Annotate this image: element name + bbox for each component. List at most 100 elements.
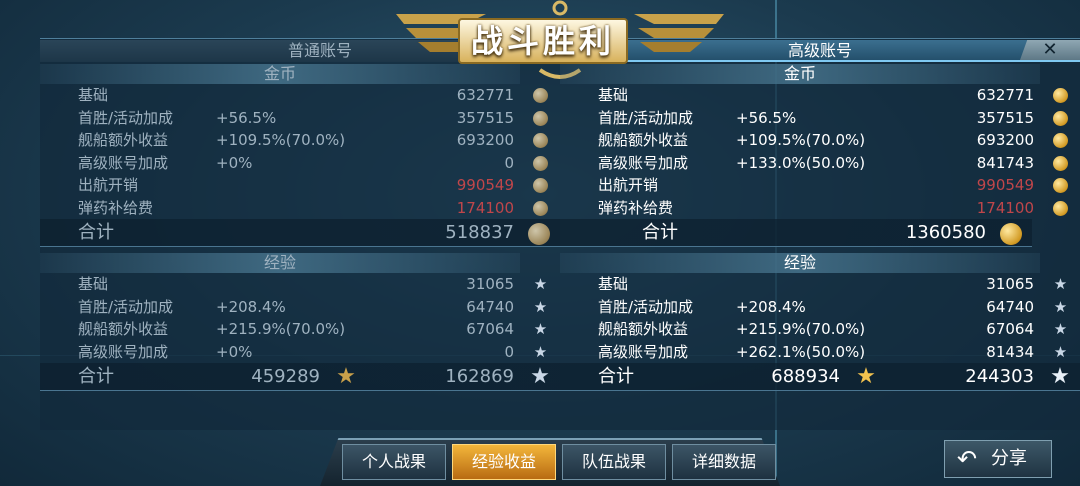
row-value: 0 xyxy=(504,342,514,361)
battle-victory-title: 战斗胜利 xyxy=(458,18,628,64)
tab-experience-income[interactable]: 经验收益 xyxy=(452,444,556,480)
star-icon: ★ xyxy=(1053,275,1068,293)
gold-total-row: 合计 1360580 xyxy=(560,219,1032,247)
ship-xp-total-value: 459289 xyxy=(251,366,320,387)
xp-row: 高级账号加成 +0% 0 ★ xyxy=(40,341,560,364)
xp-row: 舰船额外收益 +215.9%(70.0%) 67064 ★ xyxy=(560,318,1080,341)
coin-icon xyxy=(1053,178,1068,193)
row-value: 632771 xyxy=(976,86,1034,104)
xp-row: 舰船额外收益 +215.9%(70.0%) 67064 ★ xyxy=(40,318,560,341)
row-label: 弹药补给费 xyxy=(598,198,674,217)
row-label: 首胜/活动加成 xyxy=(598,297,694,316)
row-value: 990549 xyxy=(456,176,514,194)
xp-rows: 基础 31065 ★ 首胜/活动加成 +208.4% 64740 ★ 舰船额外收益 +215.9… xyxy=(40,273,560,363)
coin-icon xyxy=(533,88,548,103)
xp-row: 基础 31065 ★ xyxy=(560,273,1080,296)
gold-section-header: 金币 xyxy=(40,64,520,84)
row-label: 基础 xyxy=(78,86,109,104)
gold-row: 高级账号加成 +0% 0 xyxy=(40,152,560,175)
gold-row: 出航开销 990549 xyxy=(40,174,560,197)
row-value: 174100 xyxy=(456,198,514,217)
gold-rows: 基础 632771 首胜/活动加成 +56.5% 357515 舰船额外收益 +109.5%… xyxy=(560,84,1080,219)
star-icon: ★ xyxy=(1053,342,1068,361)
xp-rows: 基础 31065 ★ 首胜/活动加成 +208.4% 64740 ★ 舰船额外收益 +215.9… xyxy=(560,273,1080,363)
row-label: 基础 xyxy=(598,86,629,104)
gold-row: 首胜/活动加成 +56.5% 357515 xyxy=(40,107,560,130)
total-label: 合计 xyxy=(78,366,114,387)
tab-detailed-data[interactable]: 详细数据 xyxy=(672,444,776,480)
row-bonus-percent: +0% xyxy=(216,153,253,172)
coin-icon xyxy=(533,110,548,126)
total-label: 合计 xyxy=(598,366,634,387)
ship-xp-total-value: 688934 xyxy=(771,366,840,387)
row-bonus-percent: +215.9%(70.0%) xyxy=(216,320,346,338)
xp-total-row: 合计 688934 ★ 244303 ★ xyxy=(560,363,1080,391)
free-xp-star-icon: ★ xyxy=(530,364,550,389)
gold-rows: 基础 632771 首胜/活动加成 +56.5% 357515 舰船额外收益 +109.5%… xyxy=(40,84,560,219)
row-label: 首胜/活动加成 xyxy=(78,297,174,316)
free-xp-star-icon: ★ xyxy=(1050,364,1070,389)
row-bonus-percent: +215.9%(70.0%) xyxy=(736,320,866,338)
star-icon: ★ xyxy=(533,275,548,293)
row-label: 弹药补给费 xyxy=(78,198,154,217)
gold-section-header: 金币 xyxy=(560,64,1040,84)
ship-xp-star-icon: ★ xyxy=(856,364,876,389)
gold-row: 弹药补给费 174100 xyxy=(40,197,560,220)
close-button[interactable]: ✕ xyxy=(1020,40,1080,60)
xp-row: 首胜/活动加成 +208.4% 64740 ★ xyxy=(560,296,1080,319)
gold-row: 舰船额外收益 +109.5%(70.0%) 693200 xyxy=(560,129,1080,152)
xp-row: 基础 31065 ★ xyxy=(40,273,560,296)
row-value: 67064 xyxy=(986,320,1034,338)
row-value: 31065 xyxy=(986,275,1034,293)
star-icon: ★ xyxy=(533,297,548,316)
row-label: 舰船额外收益 xyxy=(78,131,169,149)
tab-personal-results[interactable]: 个人战果 xyxy=(342,444,446,480)
row-value: 0 xyxy=(504,153,514,172)
row-value: 357515 xyxy=(456,108,514,127)
row-value: 841743 xyxy=(976,153,1034,172)
row-label: 舰船额外收益 xyxy=(598,131,689,149)
row-value: 81434 xyxy=(986,342,1034,361)
back-arrow-icon: ↶ xyxy=(957,445,978,473)
row-value: 64740 xyxy=(986,297,1034,316)
gold-row: 基础 632771 xyxy=(560,84,1080,107)
row-bonus-percent: +109.5%(70.0%) xyxy=(736,131,866,149)
coin-icon xyxy=(1053,88,1068,103)
normal-account-column: 金币 基础 632771 首胜/活动加成 +56.5% 357515 舰船额外收益 +109… xyxy=(40,64,560,391)
xp-row: 高级账号加成 +262.1%(50.0%) 81434 ★ xyxy=(560,341,1080,364)
xp-section-header: 经验 xyxy=(560,253,1040,273)
free-xp-total-value: 244303 xyxy=(965,366,1034,387)
row-value: 693200 xyxy=(456,131,514,149)
row-bonus-percent: +109.5%(70.0%) xyxy=(216,131,346,149)
coin-icon xyxy=(533,200,548,216)
ship-xp-star-icon: ★ xyxy=(336,364,356,389)
row-value: 174100 xyxy=(976,198,1034,217)
xp-total-row: 合计 459289 ★ 162869 ★ xyxy=(40,363,560,391)
gold-row: 基础 632771 xyxy=(40,84,560,107)
row-bonus-percent: +133.0%(50.0%) xyxy=(736,153,866,172)
row-bonus-percent: +262.1%(50.0%) xyxy=(736,342,866,361)
row-value: 693200 xyxy=(976,131,1034,149)
coin-icon xyxy=(1053,155,1068,171)
row-value: 31065 xyxy=(466,275,514,293)
row-label: 高级账号加成 xyxy=(598,342,689,361)
share-button[interactable]: ↶ 分享 xyxy=(944,440,1052,478)
coin-icon xyxy=(1053,110,1068,126)
xp-row: 首胜/活动加成 +208.4% 64740 ★ xyxy=(40,296,560,319)
coin-icon xyxy=(528,223,550,245)
tab-team-results[interactable]: 队伍战果 xyxy=(562,444,666,480)
row-label: 出航开销 xyxy=(598,176,659,194)
star-icon: ★ xyxy=(1053,297,1068,316)
row-value: 67064 xyxy=(466,320,514,338)
total-label: 合计 xyxy=(78,222,114,243)
premium-account-column: 金币 基础 632771 首胜/活动加成 +56.5% 357515 舰船额外收益 +109… xyxy=(560,64,1080,391)
star-icon: ★ xyxy=(1053,320,1068,338)
coin-icon xyxy=(533,178,548,193)
total-label: 合计 xyxy=(642,222,678,243)
star-icon: ★ xyxy=(533,320,548,338)
row-label: 舰船额外收益 xyxy=(598,320,689,338)
row-label: 出航开销 xyxy=(78,176,139,194)
row-bonus-percent: +56.5% xyxy=(736,108,797,127)
row-label: 高级账号加成 xyxy=(598,153,689,172)
row-label: 高级账号加成 xyxy=(78,153,169,172)
